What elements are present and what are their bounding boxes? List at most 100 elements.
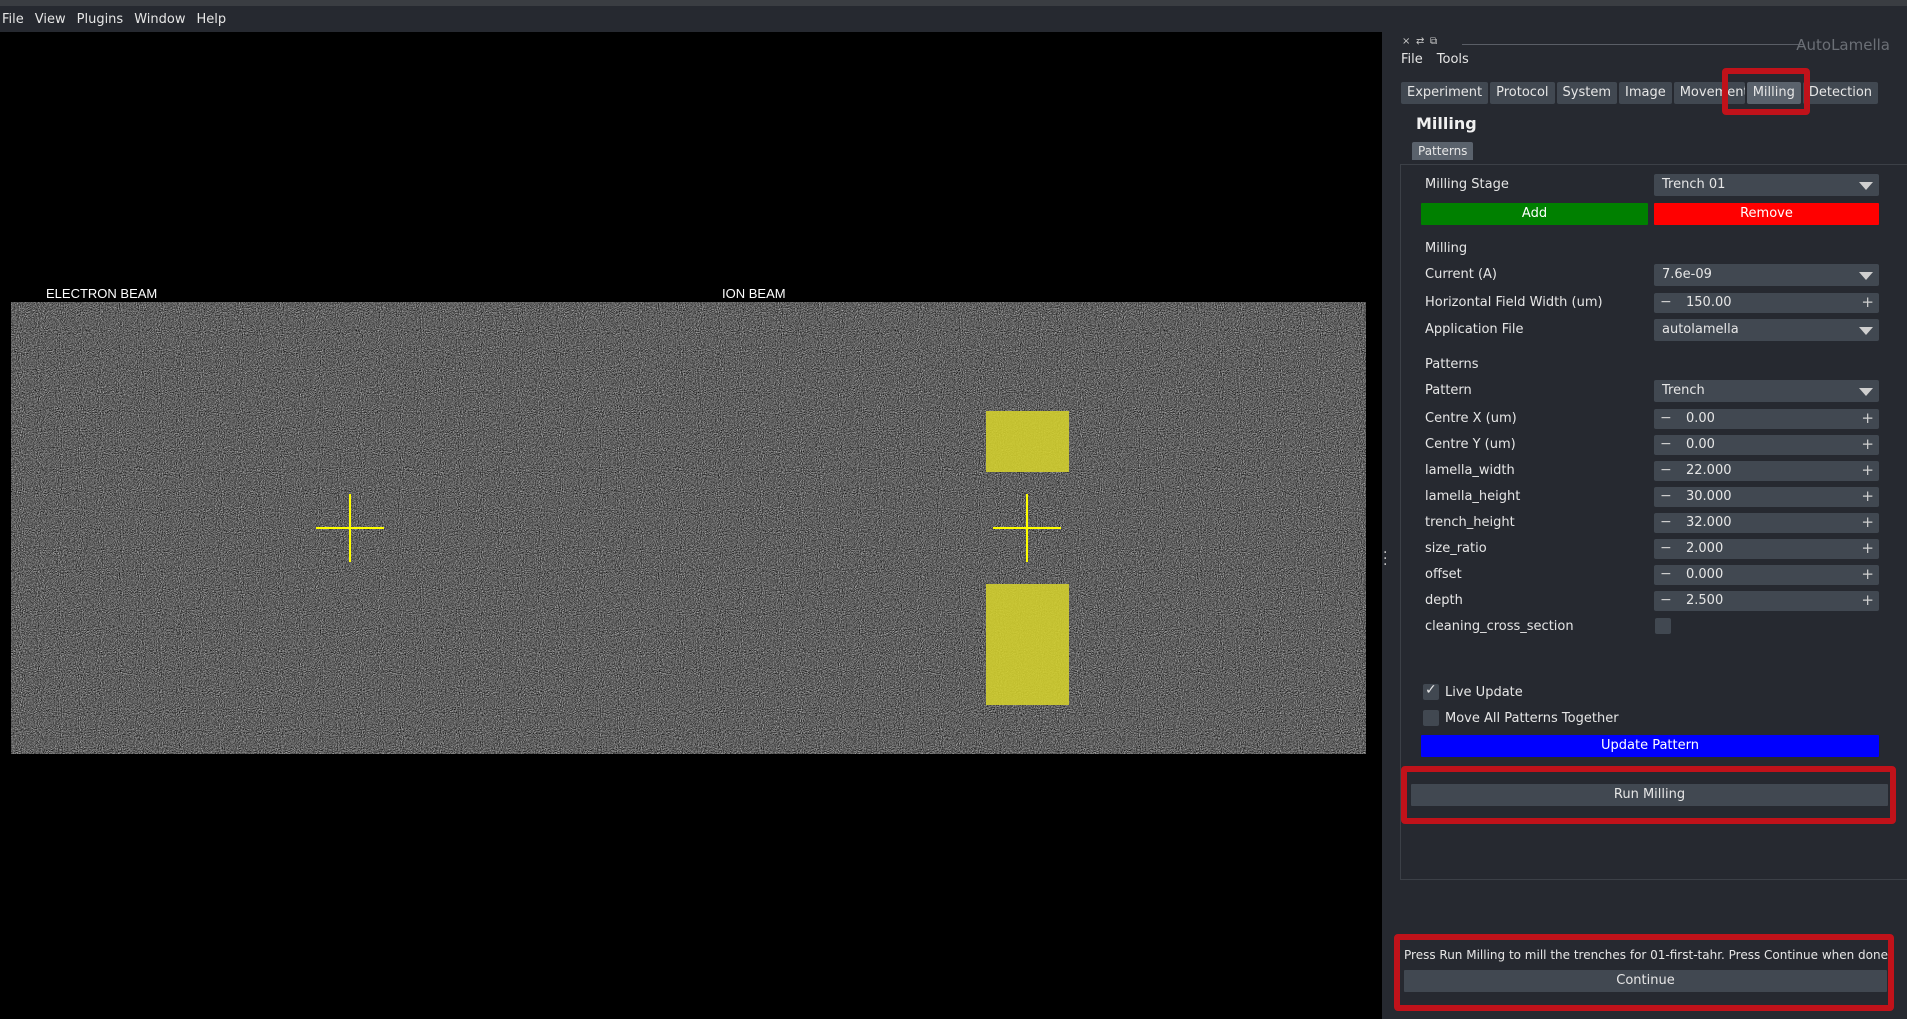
live-update-checkbox[interactable]: ✓	[1423, 682, 1439, 700]
menu-view[interactable]: View	[33, 12, 75, 27]
plus-icon[interactable]: +	[1861, 293, 1874, 311]
menu-plugins[interactable]: Plugins	[75, 12, 133, 27]
move-all-patterns-label: Move All Patterns Together	[1445, 711, 1619, 726]
trench-height-value: 32.000	[1686, 515, 1732, 530]
plus-icon[interactable]: +	[1861, 435, 1874, 453]
plus-icon[interactable]: +	[1861, 461, 1874, 479]
centre-x-value: 0.00	[1686, 411, 1715, 426]
lamella-height-value: 30.000	[1686, 489, 1732, 504]
chevron-down-icon	[1859, 182, 1873, 190]
tab-experiment[interactable]: Experiment	[1401, 82, 1489, 104]
centre-x-spinbox[interactable]: − 0.00 +	[1654, 409, 1879, 429]
milling-section-label: Milling	[1425, 241, 1468, 256]
size-ratio-value: 2.000	[1686, 541, 1724, 556]
minus-icon[interactable]: −	[1660, 410, 1672, 426]
minus-icon[interactable]: −	[1660, 436, 1672, 452]
highlight-run-milling	[1401, 766, 1896, 824]
dock-app-name: AutoLamella	[1796, 36, 1890, 54]
minus-icon[interactable]: −	[1660, 540, 1672, 556]
depth-value: 2.500	[1686, 593, 1724, 608]
pattern-select[interactable]: Trench	[1654, 380, 1879, 402]
hfw-spinbox[interactable]: − 150.00 +	[1654, 293, 1879, 313]
lower-trench-pattern	[986, 584, 1069, 705]
plus-icon[interactable]: +	[1861, 565, 1874, 583]
lamella-height-spinbox[interactable]: − 30.000 +	[1654, 487, 1879, 507]
noise-image	[11, 302, 1366, 754]
menu-window[interactable]: Window	[132, 12, 194, 27]
live-update-label: Live Update	[1445, 685, 1523, 700]
trench-height-spinbox[interactable]: − 32.000 +	[1654, 513, 1879, 533]
minus-icon[interactable]: −	[1660, 514, 1672, 530]
hfw-label: Horizontal Field Width (um)	[1425, 295, 1603, 310]
chevron-down-icon	[1859, 272, 1873, 280]
lamella-height-label: lamella_height	[1425, 489, 1521, 504]
tab-system[interactable]: System	[1556, 82, 1617, 104]
milling-stage-value: Trench 01	[1662, 177, 1726, 192]
menu-file[interactable]: File	[0, 12, 33, 27]
offset-value: 0.000	[1686, 567, 1724, 582]
electron-beam-label: ELECTRON BEAM	[46, 286, 158, 301]
minus-icon[interactable]: −	[1660, 488, 1672, 504]
panel-title: Milling	[1416, 114, 1477, 133]
add-button[interactable]: Add	[1421, 203, 1648, 225]
plus-icon[interactable]: +	[1861, 409, 1874, 427]
ion-beam-label: ION BEAM	[722, 286, 786, 301]
application-file-value: autolamella	[1662, 322, 1739, 337]
application-file-label: Application File	[1425, 322, 1524, 337]
tab-image[interactable]: Image	[1619, 82, 1672, 104]
cleaning-cross-section-label: cleaning_cross_section	[1425, 619, 1574, 634]
pattern-value: Trench	[1662, 383, 1705, 398]
checkmark-icon: ✓	[1425, 682, 1437, 698]
minus-icon[interactable]: −	[1660, 294, 1672, 310]
tab-protocol[interactable]: Protocol	[1490, 82, 1555, 104]
float-icon[interactable]: ⇄	[1416, 36, 1424, 47]
chevron-down-icon	[1859, 388, 1873, 396]
milling-stage-label: Milling Stage	[1425, 177, 1509, 192]
main-menubar: File View Plugins Window Help	[0, 6, 1907, 32]
minus-icon[interactable]: −	[1660, 566, 1672, 582]
dock-menubar: File Tools	[1401, 52, 1469, 67]
current-label: Current (A)	[1425, 267, 1497, 282]
dock-titlebar: × ⇄ ⧉ AutoLamella	[1402, 36, 1902, 54]
current-value: 7.6e-09	[1662, 267, 1712, 282]
lamella-width-value: 22.000	[1686, 463, 1732, 478]
dock-menu-tools[interactable]: Tools	[1437, 52, 1469, 67]
move-all-patterns-checkbox[interactable]	[1423, 710, 1439, 726]
splitter-grip-icon[interactable]: · · ·	[1383, 546, 1387, 572]
dock-menu-file[interactable]: File	[1401, 52, 1423, 67]
plus-icon[interactable]: +	[1861, 487, 1874, 505]
beam-images[interactable]	[11, 302, 1366, 754]
highlight-milling-tab	[1722, 68, 1810, 115]
lamella-width-spinbox[interactable]: − 22.000 +	[1654, 461, 1879, 481]
plus-icon[interactable]: +	[1861, 513, 1874, 531]
centre-y-spinbox[interactable]: − 0.00 +	[1654, 435, 1879, 455]
close-icon[interactable]: ×	[1402, 36, 1410, 47]
tab-detection[interactable]: Detection	[1802, 82, 1879, 104]
centre-x-label: Centre X (um)	[1425, 411, 1517, 426]
subtab-patterns[interactable]: Patterns	[1412, 142, 1474, 160]
pattern-label: Pattern	[1425, 383, 1472, 398]
menu-help[interactable]: Help	[194, 12, 235, 27]
hfw-value: 150.00	[1686, 295, 1732, 310]
patterns-section-label: Patterns	[1425, 357, 1479, 372]
upper-trench-pattern	[986, 411, 1069, 472]
minus-icon[interactable]: −	[1660, 462, 1672, 478]
trench-height-label: trench_height	[1425, 515, 1515, 530]
current-select[interactable]: 7.6e-09	[1654, 264, 1879, 286]
minus-icon[interactable]: −	[1660, 592, 1672, 608]
size-ratio-spinbox[interactable]: − 2.000 +	[1654, 539, 1879, 559]
cleaning-cross-section-checkbox[interactable]	[1655, 618, 1671, 634]
lamella-width-label: lamella_width	[1425, 463, 1515, 478]
chevron-down-icon	[1859, 327, 1873, 335]
plus-icon[interactable]: +	[1861, 591, 1874, 609]
application-file-select[interactable]: autolamella	[1654, 319, 1879, 341]
centre-y-label: Centre Y (um)	[1425, 437, 1516, 452]
size-ratio-label: size_ratio	[1425, 541, 1487, 556]
depth-spinbox[interactable]: − 2.500 +	[1654, 591, 1879, 611]
update-pattern-button[interactable]: Update Pattern	[1421, 735, 1879, 757]
undock-icon[interactable]: ⧉	[1430, 36, 1437, 47]
remove-button[interactable]: Remove	[1654, 203, 1879, 225]
offset-spinbox[interactable]: − 0.000 +	[1654, 565, 1879, 585]
plus-icon[interactable]: +	[1861, 539, 1874, 557]
milling-stage-select[interactable]: Trench 01	[1654, 174, 1879, 196]
